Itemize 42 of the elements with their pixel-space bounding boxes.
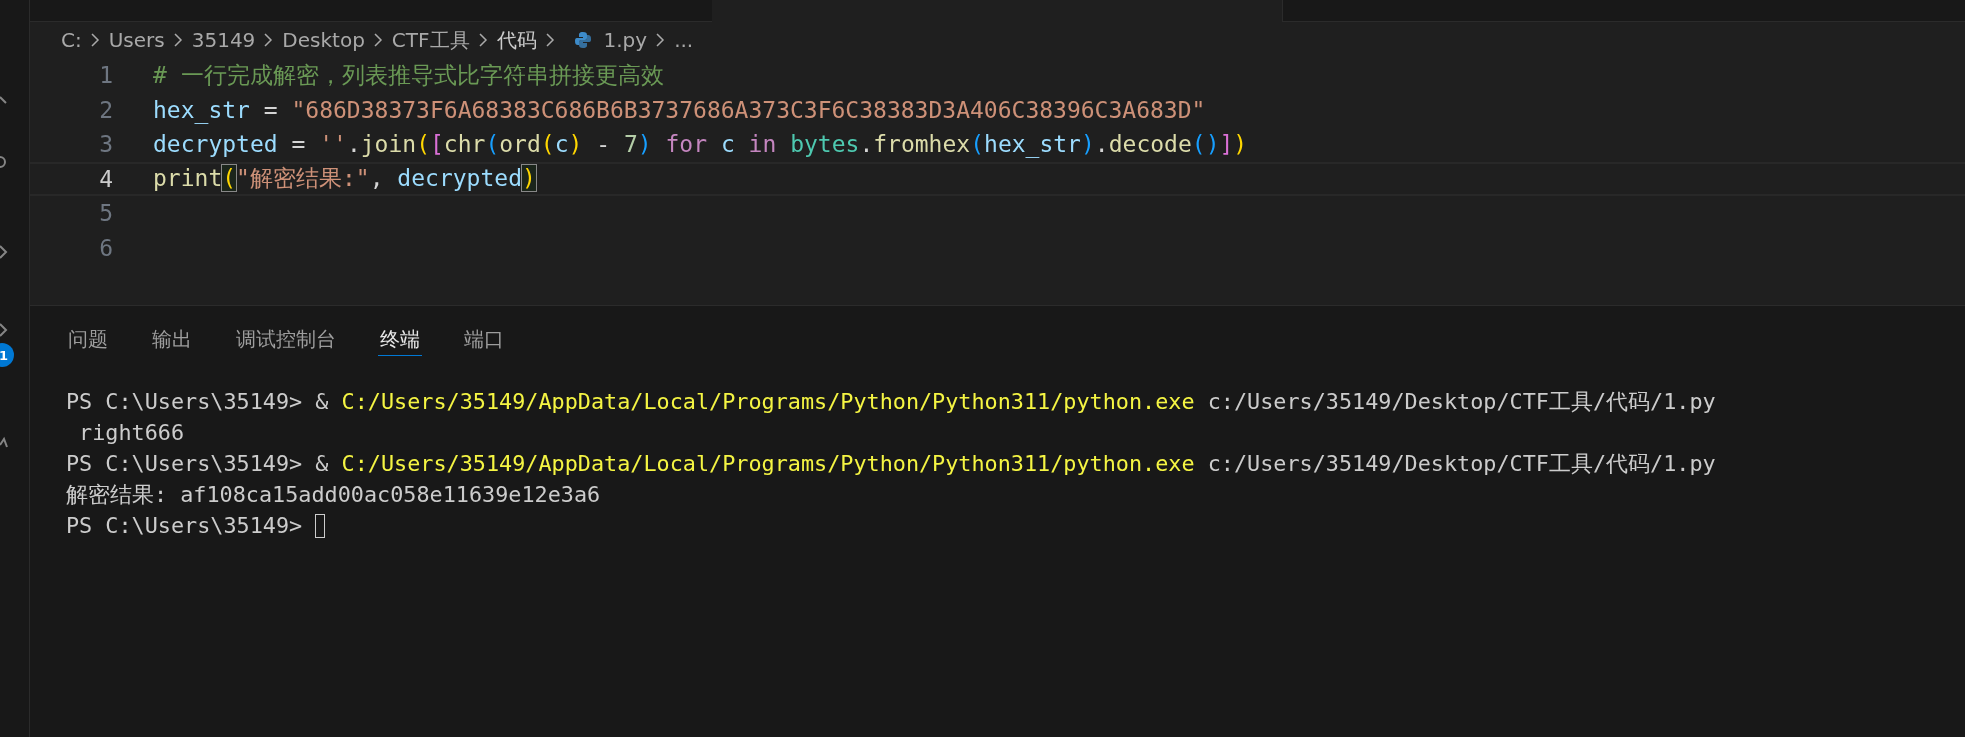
python-file-icon	[573, 31, 592, 49]
chevron-icon	[373, 33, 383, 47]
code-line: print("解密结果:", decrypted)	[153, 164, 536, 194]
panel-tab[interactable]: 调试控制台	[234, 326, 338, 356]
line-number: 2	[98, 96, 113, 123]
line-number: 4	[98, 165, 113, 192]
panel-tab[interactable]: 端口	[462, 326, 506, 356]
terminal-line: PS C:\Users\35149> & C:/Users/35149/AppData/Local/Programs/Python/Python311/python.exe c:/Users/35149/Desktop/CTF工具/代码/1.py	[66, 388, 1716, 416]
chevron-icon	[545, 33, 555, 47]
line-number: 1	[98, 62, 113, 89]
breadcrumb-item[interactable]: CTF工具	[391, 26, 470, 54]
notification-badge: 1	[0, 343, 14, 367]
panel-tab[interactable]: 输出	[150, 326, 194, 356]
partial-icon	[0, 155, 8, 169]
terminal-line: PS C:\Users\35149> & C:/Users/35149/AppData/Local/Programs/Python/Python311/python.exe c:/Users/35149/Desktop/CTF工具/代码/1.py	[66, 450, 1716, 478]
panel-tab[interactable]: 终端	[378, 326, 422, 356]
terminal-line: 解密结果: af108ca15add00ac058e11639e12e3a6	[66, 481, 601, 509]
panel-tab[interactable]: 问题	[66, 326, 110, 356]
line-number: 3	[98, 131, 113, 158]
terminal-line: right666	[78, 420, 185, 445]
chevron-icon	[90, 33, 100, 47]
code-line: # 一行完成解密，列表推导式比字符串拼接更高效	[153, 60, 664, 90]
terminal-cursor	[315, 513, 326, 538]
chevron-icon	[264, 33, 274, 47]
breadcrumb-more[interactable]: ...	[674, 28, 694, 52]
breadcrumb-item[interactable]: 35149	[191, 28, 256, 52]
breadcrumb-item[interactable]: 1.py	[603, 28, 648, 52]
breadcrumb-item[interactable]: C:	[61, 28, 82, 52]
line-number: 5	[98, 200, 113, 227]
breadcrumb-item[interactable]: Desktop	[282, 28, 365, 52]
partial-icon	[0, 323, 8, 337]
chevron-icon	[478, 33, 488, 47]
partial-icon	[0, 435, 8, 449]
code-line: hex_str = "686D38373F6A68383C686B6B3737686A373C3F6C38383D3A406C38396C3A683D"	[153, 96, 1206, 123]
breadcrumb-item[interactable]: 代码	[496, 26, 537, 54]
breadcrumb-item[interactable]: Users	[108, 28, 165, 52]
line-number: 6	[98, 234, 113, 261]
chevron-icon	[656, 33, 666, 47]
chevron-icon	[173, 33, 183, 47]
code-line: decrypted = ''.join([chr(ord(c) - 7) for c in bytes.fromhex(hex_str).decode()])	[153, 131, 1248, 158]
terminal-line: PS C:\Users\35149>	[66, 513, 304, 538]
partial-icon	[0, 245, 8, 259]
